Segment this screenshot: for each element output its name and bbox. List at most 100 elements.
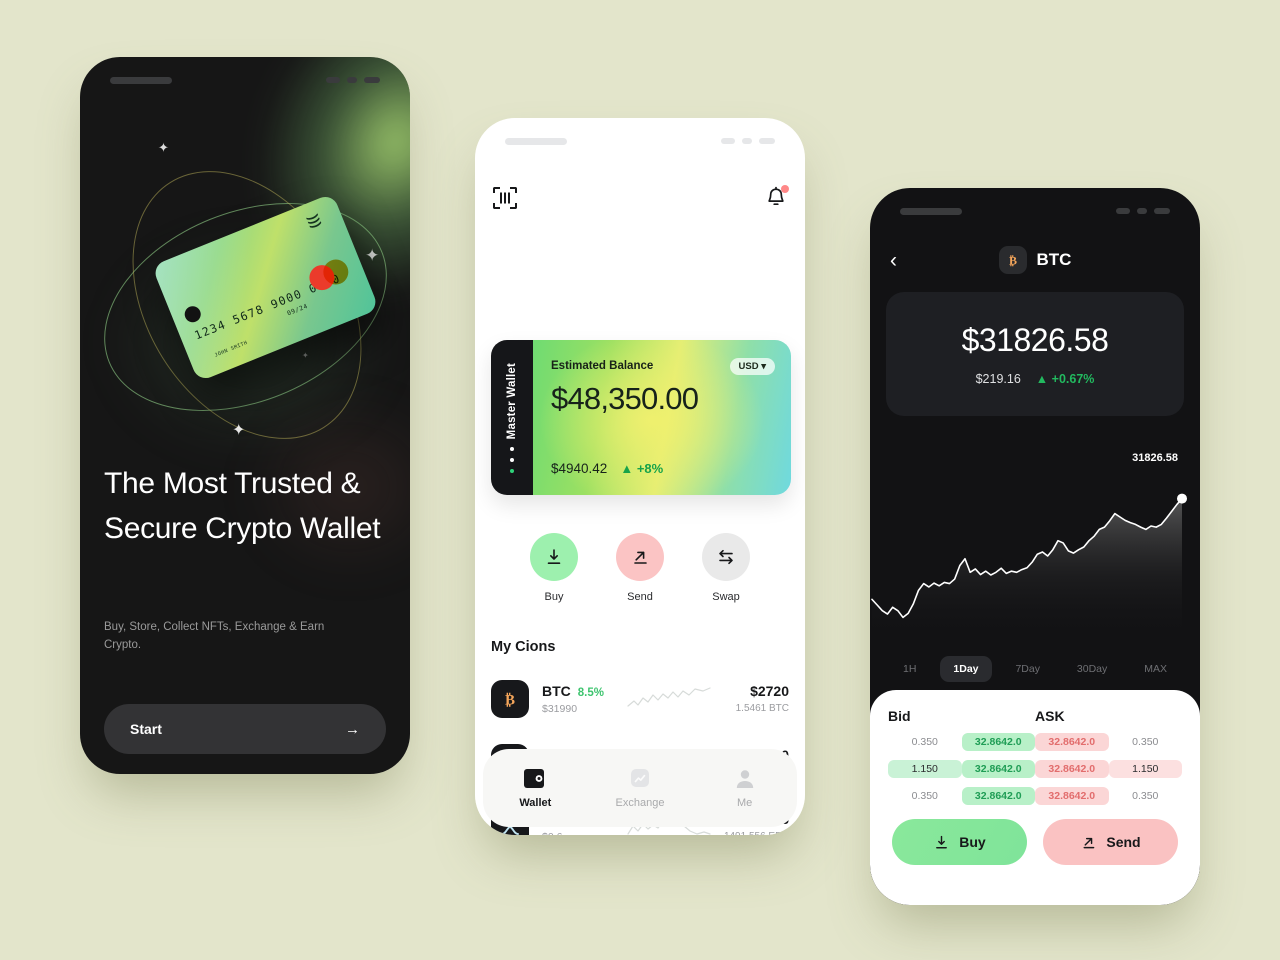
battery-icon bbox=[759, 138, 775, 144]
orderbook-header-ask: ASK bbox=[1035, 708, 1065, 724]
price-box: $31826.58 $219.16 ▲ +0.67% bbox=[886, 292, 1184, 416]
bid-price: 32.8642.0 bbox=[961, 787, 1035, 805]
chart-endpoint-dot bbox=[1177, 493, 1187, 504]
range-30day[interactable]: 30Day bbox=[1064, 656, 1120, 682]
svg-text:₿: ₿ bbox=[505, 690, 515, 708]
signal-icon bbox=[1116, 208, 1130, 214]
status-bar-indicators bbox=[721, 138, 775, 144]
wifi-icon bbox=[1137, 208, 1147, 214]
coin-value: $2720 bbox=[750, 683, 789, 699]
ask-quantity: 0.350 bbox=[1132, 790, 1159, 802]
coin-sparkline bbox=[627, 684, 711, 714]
coin-change: 8.5% bbox=[577, 686, 604, 699]
ask-price: 32.8642.0 bbox=[1035, 733, 1109, 751]
status-bar bbox=[80, 57, 410, 103]
chevron-down-icon: ▾ bbox=[761, 361, 766, 372]
tab-me[interactable]: Me bbox=[706, 768, 784, 809]
person-icon bbox=[736, 769, 753, 788]
arrow-right-icon: → bbox=[345, 720, 360, 738]
sparkle-icon: ✦ bbox=[302, 351, 309, 360]
status-bar-indicators bbox=[1116, 208, 1170, 214]
action-swap-label: Swap bbox=[712, 591, 740, 603]
coin-price: $0.6 bbox=[542, 831, 627, 836]
currency-selector[interactable]: USD ▾ bbox=[729, 358, 775, 375]
change-value: $219.16 bbox=[975, 372, 1021, 386]
detail-cta-buttons: Buy Send bbox=[892, 819, 1178, 865]
status-bar-pill bbox=[900, 207, 962, 215]
list-item[interactable]: ₿ BTC 8.5% $31990 $2720 1.5461 BTC bbox=[491, 674, 789, 723]
tab-wallet-label: Wallet bbox=[519, 796, 552, 809]
buy-button[interactable]: Buy bbox=[892, 819, 1027, 865]
price-change-row: $219.16 ▲ +0.67% bbox=[976, 372, 1095, 386]
page-subtitle: Buy, Store, Collect NFTs, Exchange & Ear… bbox=[104, 621, 325, 651]
price-chart[interactable]: 31826.58 bbox=[870, 452, 1200, 642]
send-button-label: Send bbox=[1106, 834, 1141, 850]
bitcoin-icon: ₿ bbox=[491, 679, 529, 718]
currency-label: USD bbox=[738, 361, 759, 372]
bid-quantity: 1.150 bbox=[888, 760, 962, 778]
timeframe-selector: 1H 1Day 7Day 30Day MAX bbox=[882, 654, 1188, 684]
coin-price: $31990 bbox=[542, 702, 578, 715]
wallet-screen: Master Wallet Estimated Balance $48,350.… bbox=[475, 118, 805, 835]
action-buy[interactable]: Buy bbox=[530, 533, 578, 603]
status-bar bbox=[475, 118, 805, 164]
wallet-topbar bbox=[475, 176, 805, 220]
battery-icon bbox=[1154, 208, 1170, 214]
wallet-name-strip: Master Wallet bbox=[491, 340, 533, 495]
coin-detail-screen: ‹ ₿ BTC $31826.58 $219.16 ▲ +0.67% 31826… bbox=[870, 188, 1200, 905]
status-bar-indicators bbox=[326, 77, 380, 83]
balance-change: $4940.42 ▲ +8% bbox=[551, 461, 663, 476]
wallet-name: Master Wallet bbox=[506, 363, 518, 440]
action-buy-label: Buy bbox=[544, 591, 564, 603]
coin-info: BTC 8.5% $31990 bbox=[542, 683, 627, 715]
tab-exchange[interactable]: Exchange bbox=[601, 768, 679, 809]
wifi-icon bbox=[347, 77, 357, 83]
battery-icon bbox=[364, 77, 380, 83]
exchange-icon bbox=[630, 768, 649, 787]
bid-quantity: 0.350 bbox=[911, 736, 938, 748]
ask-price: 32.8642.0 bbox=[1035, 787, 1109, 805]
bid-price: 32.8642.0 bbox=[961, 733, 1035, 751]
coin-quantity: 1491.556 ERP bbox=[711, 831, 789, 835]
coin-quantity: 1.5461 BTC bbox=[735, 703, 789, 714]
coin-holdings: $2720 1.5461 BTC bbox=[711, 683, 789, 714]
range-7day[interactable]: 7Day bbox=[1002, 656, 1053, 682]
action-swap[interactable]: Swap bbox=[702, 533, 750, 603]
chart-last-value-label: 31826.58 bbox=[1132, 452, 1178, 464]
ask-price: 32.8642.0 bbox=[1035, 760, 1109, 778]
table-row[interactable]: 0.350 32.8642.0 32.8642.0 0.350 bbox=[888, 787, 1182, 805]
sparkle-icon: ✦ bbox=[365, 246, 380, 265]
section-title-my-coins: My Cions bbox=[491, 639, 556, 655]
range-max[interactable]: MAX bbox=[1131, 656, 1180, 682]
change-percent: ▲ +0.67% bbox=[1035, 372, 1095, 386]
send-button[interactable]: Send bbox=[1043, 819, 1178, 865]
range-1h[interactable]: 1H bbox=[890, 656, 929, 682]
notification-badge bbox=[781, 185, 789, 193]
signal-icon bbox=[721, 138, 735, 144]
action-send[interactable]: Send bbox=[616, 533, 664, 603]
balance-amount: $48,350.00 bbox=[551, 381, 699, 416]
header-title-group: ₿ BTC bbox=[870, 246, 1200, 274]
start-button-label: Start bbox=[130, 721, 162, 737]
orderbook-headers: Bid ASK bbox=[888, 708, 1182, 724]
table-row[interactable]: 0.350 32.8642.0 32.8642.0 0.350 bbox=[888, 733, 1182, 751]
tab-me-label: Me bbox=[737, 796, 753, 809]
balance-card[interactable]: Master Wallet Estimated Balance $48,350.… bbox=[491, 340, 791, 495]
download-arrow-icon bbox=[530, 533, 578, 581]
chart-svg bbox=[871, 493, 1187, 642]
start-button[interactable]: Start → bbox=[104, 704, 386, 754]
balance-card-body: Estimated Balance $48,350.00 USD ▾ $4940… bbox=[533, 340, 791, 495]
page-title: The Most Trusted & Secure Crypto Wallet bbox=[104, 467, 381, 545]
change-percent: ▲ +8% bbox=[620, 461, 664, 476]
trend-up-icon: ▲ bbox=[620, 461, 634, 476]
wifi-icon bbox=[742, 138, 752, 144]
bell-icon[interactable] bbox=[765, 185, 789, 210]
scan-barcode-icon[interactable] bbox=[493, 187, 517, 209]
onboarding-screen: ✦ ✦ ✦ ✦ ))) 1234 5678 9000 0000 09/24 JO… bbox=[80, 57, 410, 774]
tab-wallet[interactable]: Wallet bbox=[496, 768, 574, 809]
table-row[interactable]: 1.150 32.8642.0 32.8642.0 1.150 bbox=[888, 760, 1182, 778]
arrow-up-right-icon bbox=[616, 533, 664, 581]
range-1day[interactable]: 1Day bbox=[940, 656, 992, 682]
download-arrow-icon bbox=[936, 835, 948, 848]
status-bar-pill bbox=[110, 76, 172, 84]
